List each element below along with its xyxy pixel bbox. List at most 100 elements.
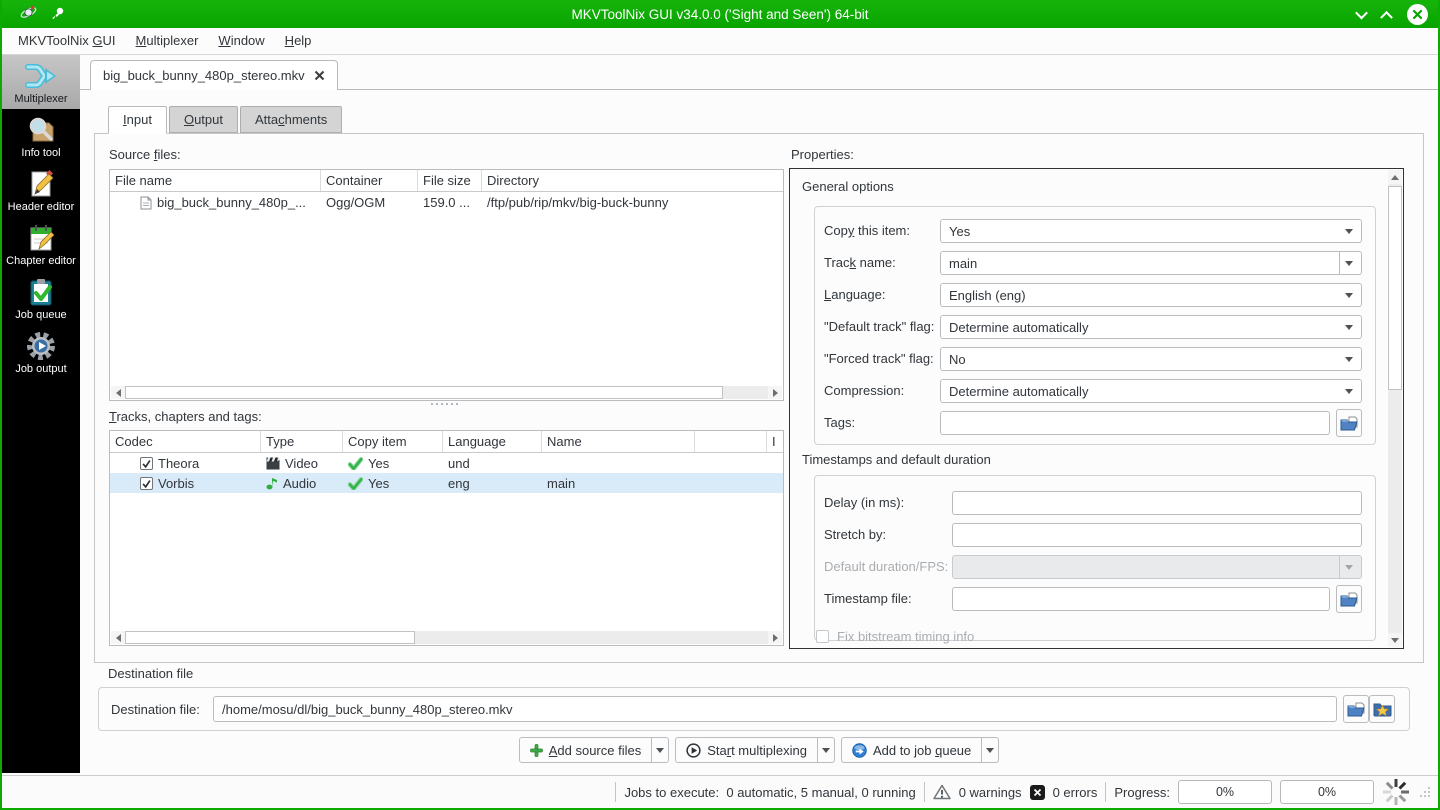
progress-label: Progress: [1114,784,1170,800]
progress-bar-current: 0% [1178,780,1272,804]
menu-help[interactable]: Help [275,28,322,54]
close-icon [1412,9,1423,19]
job-queue-icon [30,279,52,306]
source-files-label: Source files: [109,147,181,162]
tab-attachments[interactable]: Attachments [239,106,343,133]
add-to-job-queue-button[interactable]: Add to job queue [840,737,983,763]
copy-this-item-label: Copy this item: [824,223,910,238]
pin-icon[interactable] [51,6,65,20]
source-files-table[interactable]: File name Container File size Directory … [109,169,784,401]
track-name-combo[interactable]: main [940,251,1362,275]
sidebar-item-job-output[interactable]: Job output [2,325,80,379]
input-output-tabs: Input Output Attachments [108,106,344,134]
start-multiplexing-button[interactable]: Start multiplexing [675,737,818,763]
queue-arrow-icon [852,742,867,758]
destination-favorite-folder-button[interactable] [1369,695,1395,723]
add-to-job-queue-menu-arrow[interactable] [982,737,1000,763]
maximize-button[interactable] [1380,10,1393,24]
timestamp-file-browse-button[interactable] [1336,585,1362,613]
menu-mkvtoolnix-gui[interactable]: MKVToolNix GUI [8,28,126,54]
menu-multiplexer[interactable]: Multiplexer [126,28,209,54]
destination-group: Destination file: [98,687,1410,731]
open-file-icon [1347,702,1365,716]
tags-browse-button[interactable] [1336,409,1362,437]
source-files-hscrollbar[interactable] [111,386,782,399]
destination-browse-button[interactable] [1343,695,1369,723]
tab-close-icon[interactable] [314,70,325,81]
sidebar-item-header-editor[interactable]: Header editor [2,163,80,217]
minimize-button[interactable] [1355,6,1368,19]
sidebar-item-info-tool[interactable]: Info tool [2,109,80,163]
sidebar-item-multiplexer[interactable]: Multiplexer [2,55,80,109]
forced-track-flag-select[interactable]: No [940,347,1362,371]
compression-select[interactable]: Determine automatically [940,379,1362,403]
start-multiplexing-menu-arrow[interactable] [817,737,835,763]
file-icon [140,196,152,209]
delay-input[interactable] [952,491,1362,515]
scroll-thumb[interactable] [1388,186,1402,390]
progress-bar-total: 0% [1280,780,1374,804]
tags-input[interactable] [940,411,1330,435]
resize-grip[interactable] [1420,787,1430,797]
track-row-theora[interactable]: Theora Video Yes und [110,453,783,473]
info-tool-icon [29,117,54,142]
sidebar-item-chapter-editor[interactable]: Chapter editor [2,217,80,271]
destination-file-input[interactable] [213,696,1337,722]
open-file-icon [1340,416,1358,430]
source-file-row[interactable]: big_buck_bunny_480p_... Ogg/OGM 159.0 ..… [110,192,783,213]
destination-group-title: Destination file [108,666,194,681]
start-multiplexing-split-button: Start multiplexing [675,737,835,763]
track-checkbox[interactable] [140,456,153,470]
scroll-thumb[interactable] [125,631,415,644]
add-source-files-split-button: Add source files [518,737,670,763]
plus-icon [529,743,543,757]
document-tab-title: big_buck_bunny_480p_stereo.mkv [103,68,305,83]
chapter-editor-icon [30,225,55,251]
default-track-flag-label: "Default track" flag: [824,319,935,334]
add-to-job-queue-split-button: Add to job queue [840,737,1000,763]
document-tab[interactable]: big_buck_bunny_480p_stereo.mkv [90,60,338,90]
tracks-hscrollbar[interactable] [111,631,782,644]
splitter-handle[interactable] [431,403,458,405]
timestamp-file-label: Timestamp file: [824,591,912,606]
tool-sidebar: Multiplexer Info tool Header editor Chap… [2,55,80,773]
tab-output[interactable]: Output [168,106,238,133]
general-options-title: General options [802,179,894,194]
properties-label: Properties: [791,147,854,162]
track-row-vorbis[interactable]: Vorbis Audio Yes eng main [110,473,783,493]
scroll-up-arrow[interactable] [1388,170,1402,184]
default-track-flag-select[interactable]: Determine automatically [940,315,1362,339]
status-bar: Jobs to execute: 0 automatic, 5 manual, … [2,775,1438,808]
header-editor-icon [31,169,54,197]
timestamp-file-input[interactable] [952,587,1330,611]
tracks-header[interactable]: Codec Type Copy item Language Name I [110,431,783,453]
default-duration-label: Default duration/FPS: [824,559,949,574]
scroll-down-arrow[interactable] [1388,633,1402,647]
scroll-thumb[interactable] [125,386,723,399]
tracks-table[interactable]: Codec Type Copy item Language Name I The… [109,430,784,646]
scroll-left-arrow[interactable] [111,386,125,399]
properties-vscrollbar[interactable] [1388,170,1402,647]
menu-window[interactable]: Window [208,28,274,54]
add-source-files-button[interactable]: Add source files [518,737,653,763]
track-checkbox[interactable] [140,476,153,490]
open-file-icon [1340,592,1358,606]
multiplexer-page: Input Output Attachments Source files: F… [80,90,1438,773]
app-window: MKVToolNix GUI v34.0.0 ('Sight and Seen'… [0,0,1440,810]
language-select[interactable]: English (eng) [940,283,1362,307]
scroll-left-arrow[interactable] [111,631,125,644]
document-tab-bar: big_buck_bunny_480p_stereo.mkv [80,55,1438,90]
source-files-header[interactable]: File name Container File size Directory [110,170,783,192]
window-title: MKVToolNix GUI v34.0.0 ('Sight and Seen'… [571,6,869,22]
scroll-right-arrow[interactable] [768,631,782,644]
add-source-files-menu-arrow[interactable] [652,737,670,763]
sidebar-item-job-queue[interactable]: Job queue [2,271,80,325]
close-button[interactable] [1407,3,1428,25]
app-icon [20,5,37,18]
stretch-by-input[interactable] [952,523,1362,547]
tab-input[interactable]: Input [108,106,167,134]
copy-this-item-select[interactable]: Yes [940,219,1362,243]
busy-spinner-icon [1383,779,1409,805]
scroll-right-arrow[interactable] [768,386,782,399]
yes-check-icon [348,456,363,470]
